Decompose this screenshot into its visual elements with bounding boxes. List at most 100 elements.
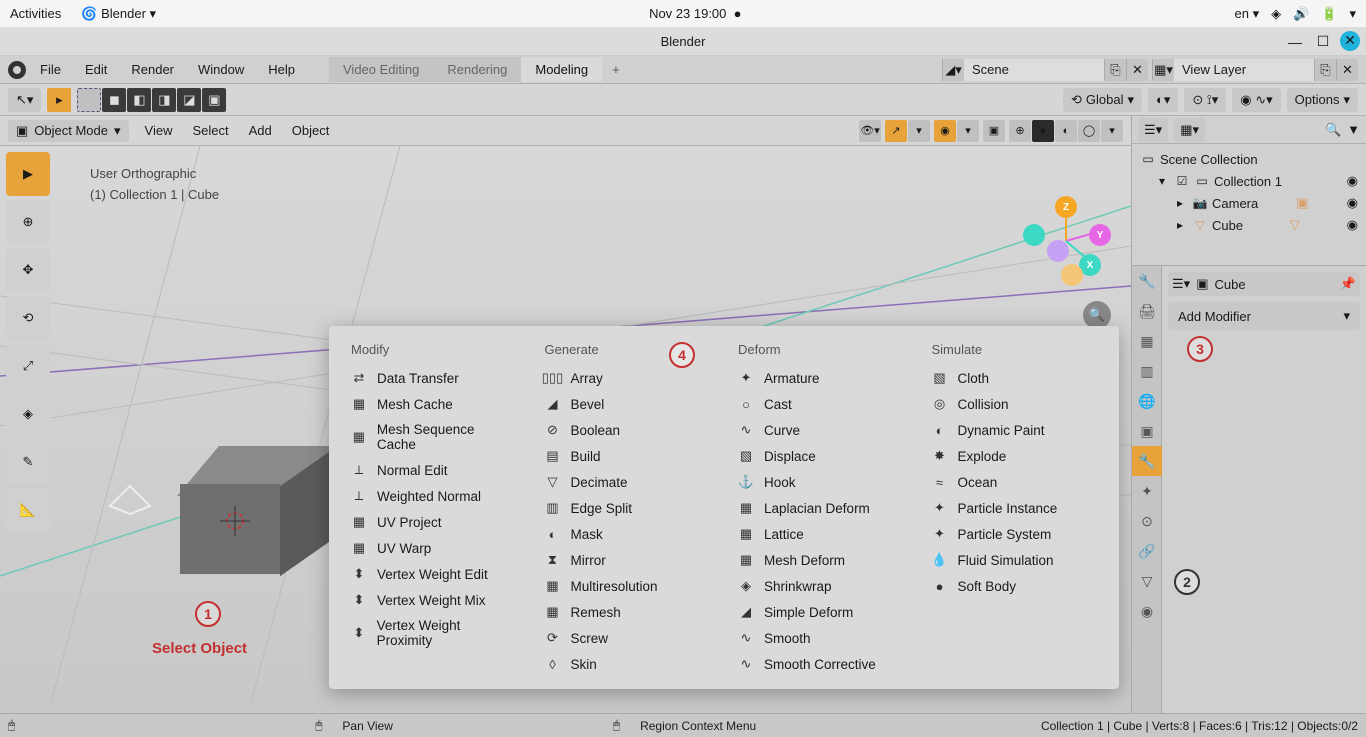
app-menu[interactable]: 🌀 Blender ▾ bbox=[81, 6, 156, 22]
modifier-displace[interactable]: ▧Displace bbox=[730, 443, 912, 469]
modifier-multiresolution[interactable]: ▦Multiresolution bbox=[537, 573, 719, 599]
menu-file[interactable]: File bbox=[30, 58, 71, 81]
maximize-button[interactable]: ☐ bbox=[1312, 31, 1334, 53]
modifier-mask[interactable]: ◐Mask bbox=[537, 521, 719, 547]
lang-indicator[interactable]: en ▾ bbox=[1234, 6, 1259, 22]
visibility-dropdown[interactable]: 👁▾ bbox=[859, 120, 881, 142]
filter-icon[interactable]: ▼ bbox=[1347, 122, 1360, 137]
shading-solid[interactable]: ● bbox=[1032, 120, 1054, 142]
select-mode-5[interactable]: ▣ bbox=[202, 88, 226, 112]
activities-button[interactable]: Activities bbox=[10, 6, 61, 22]
modifier-bevel[interactable]: ◢Bevel bbox=[537, 391, 719, 417]
search-icon[interactable]: 🔍 bbox=[1325, 122, 1341, 138]
mesh-data-icon[interactable]: ▽ bbox=[1290, 217, 1300, 233]
light-icon[interactable] bbox=[105, 476, 155, 516]
chevron-right-icon[interactable]: ▸ bbox=[1172, 217, 1188, 233]
prop-tab-data[interactable]: ▽ bbox=[1132, 566, 1162, 596]
modifier-laplacian-deform[interactable]: ▦Laplacian Deform bbox=[730, 495, 912, 521]
cursor-tool-dropdown[interactable]: ↖▾ bbox=[8, 88, 41, 112]
modifier-cast[interactable]: ○Cast bbox=[730, 391, 912, 417]
modifier-uv-warp[interactable]: ▦UV Warp bbox=[343, 535, 525, 561]
close-button[interactable]: ✕ bbox=[1340, 31, 1360, 51]
overlay-dropdown[interactable]: ▾ bbox=[957, 120, 979, 142]
modifier-vertex-weight-mix[interactable]: ⬍Vertex Weight Mix bbox=[343, 587, 525, 613]
gizmo-neg-axis-3[interactable] bbox=[1061, 264, 1083, 286]
measure-tool[interactable]: 📐 bbox=[6, 488, 50, 532]
pivot-dropdown[interactable]: ◐▾ bbox=[1148, 88, 1178, 112]
menu-help[interactable]: Help bbox=[258, 58, 305, 81]
viewport-menu-view[interactable]: View bbox=[141, 121, 177, 140]
outliner-display-dropdown[interactable]: ▦▾ bbox=[1174, 118, 1205, 142]
prop-tab-physics[interactable]: ⊙ bbox=[1132, 506, 1162, 536]
blender-logo-icon[interactable] bbox=[8, 61, 26, 79]
xray-toggle[interactable]: ▣ bbox=[983, 120, 1005, 142]
modifier-fluid-simulation[interactable]: 💧Fluid Simulation bbox=[924, 547, 1106, 573]
modifier-array[interactable]: ▯▯▯Array bbox=[537, 365, 719, 391]
prop-tab-scene[interactable]: ▥ bbox=[1132, 356, 1162, 386]
add-workspace-button[interactable]: + bbox=[602, 57, 630, 82]
prop-tab-modifiers[interactable]: 🔧 bbox=[1132, 446, 1162, 476]
annotate-tool[interactable]: ✎ bbox=[6, 440, 50, 484]
modifier-smooth[interactable]: ∿Smooth bbox=[730, 625, 912, 651]
modifier-boolean[interactable]: ⊘Boolean bbox=[537, 417, 719, 443]
chevron-right-icon[interactable]: ▸ bbox=[1172, 195, 1188, 211]
modifier-normal-edit[interactable]: ⟂Normal Edit bbox=[343, 457, 525, 483]
gizmo-neg-axis-1[interactable] bbox=[1023, 224, 1045, 246]
modifier-simple-deform[interactable]: ◢Simple Deform bbox=[730, 599, 912, 625]
scene-new-icon[interactable]: ⎘ bbox=[1104, 59, 1126, 81]
select-mode-1[interactable]: ◼ bbox=[102, 88, 126, 112]
snap-dropdown[interactable]: ⊙ ⟟▾ bbox=[1184, 88, 1226, 112]
proportional-dropdown[interactable]: ◉ ∿▾ bbox=[1232, 88, 1280, 112]
modifier-mirror[interactable]: ⧗Mirror bbox=[537, 547, 719, 573]
select-tool-icon[interactable]: ▸ bbox=[47, 88, 71, 112]
select-mode-4[interactable]: ◪ bbox=[177, 88, 201, 112]
tab-modeling[interactable]: Modeling bbox=[521, 57, 602, 82]
cursor-tool[interactable]: ⊕ bbox=[6, 200, 50, 244]
orientation-dropdown[interactable]: ⟲ Global ▾ bbox=[1063, 88, 1142, 112]
gizmo-dropdown[interactable]: ▾ bbox=[908, 120, 930, 142]
tree-camera[interactable]: ▸ 📷 Camera ▣ ◉ bbox=[1136, 192, 1362, 214]
modifier-mesh-sequence-cache[interactable]: ▦Mesh Sequence Cache bbox=[343, 417, 525, 457]
add-modifier-dropdown[interactable]: Add Modifier ▾ bbox=[1168, 302, 1360, 330]
select-mode-2[interactable]: ◧ bbox=[127, 88, 151, 112]
modifier-edge-split[interactable]: ▥Edge Split bbox=[537, 495, 719, 521]
viewlayer-browse-icon[interactable]: ▦▾ bbox=[1152, 59, 1174, 81]
select-mode-3[interactable]: ◨ bbox=[152, 88, 176, 112]
scene-browse-icon[interactable]: ◢▾ bbox=[942, 59, 964, 81]
menu-window[interactable]: Window bbox=[188, 58, 254, 81]
modifier-vertex-weight-edit[interactable]: ⬍Vertex Weight Edit bbox=[343, 561, 525, 587]
checkbox-icon[interactable]: ☑ bbox=[1174, 173, 1190, 189]
modifier-weighted-normal[interactable]: ⟂Weighted Normal bbox=[343, 483, 525, 509]
viewlayer-selector[interactable]: ▦▾ View Layer ⎘ ✕ bbox=[1152, 59, 1358, 81]
prop-tab-viewlayer[interactable]: ▦ bbox=[1132, 326, 1162, 356]
overlay-toggle[interactable]: ◉ bbox=[934, 120, 956, 142]
select-box-tool[interactable]: ▶ bbox=[6, 152, 50, 196]
shading-dropdown[interactable]: ▾ bbox=[1101, 120, 1123, 142]
navigation-gizmo[interactable]: Z Y X bbox=[1021, 196, 1111, 286]
modifier-smooth-corrective[interactable]: ∿Smooth Corrective bbox=[730, 651, 912, 677]
shading-rendered[interactable]: ◯ bbox=[1078, 120, 1100, 142]
move-tool[interactable]: ✥ bbox=[6, 248, 50, 292]
select-box-icon[interactable] bbox=[77, 88, 101, 112]
modifier-data-transfer[interactable]: ⇄Data Transfer bbox=[343, 365, 525, 391]
modifier-collision[interactable]: ◎Collision bbox=[924, 391, 1106, 417]
prop-tab-world[interactable]: 🌐 bbox=[1132, 386, 1162, 416]
scene-name[interactable]: Scene bbox=[964, 59, 1104, 81]
modifier-vertex-weight-proximity[interactable]: ⬍Vertex Weight Proximity bbox=[343, 613, 525, 653]
eye-icon[interactable]: ◉ bbox=[1347, 173, 1358, 189]
prop-tab-material[interactable]: ◉ bbox=[1132, 596, 1162, 626]
mode-selector[interactable]: ▣ Object Mode ▾ bbox=[8, 120, 129, 142]
modifier-soft-body[interactable]: ●Soft Body bbox=[924, 573, 1106, 599]
editor-type-dropdown[interactable]: ☰▾ bbox=[1172, 276, 1190, 292]
zoom-button[interactable]: 🔍 bbox=[1083, 301, 1111, 329]
scene-delete-icon[interactable]: ✕ bbox=[1126, 59, 1148, 81]
modifier-lattice[interactable]: ▦Lattice bbox=[730, 521, 912, 547]
modifier-skin[interactable]: ◊Skin bbox=[537, 651, 719, 677]
viewlayer-name[interactable]: View Layer bbox=[1174, 59, 1314, 81]
modifier-particle-system[interactable]: ✦Particle System bbox=[924, 521, 1106, 547]
prop-tab-object[interactable]: ▣ bbox=[1132, 416, 1162, 446]
gizmo-toggle[interactable]: ↗ bbox=[885, 120, 907, 142]
tab-video-editing[interactable]: Video Editing bbox=[329, 57, 433, 82]
modifier-curve[interactable]: ∿Curve bbox=[730, 417, 912, 443]
tab-rendering[interactable]: Rendering bbox=[433, 57, 521, 82]
